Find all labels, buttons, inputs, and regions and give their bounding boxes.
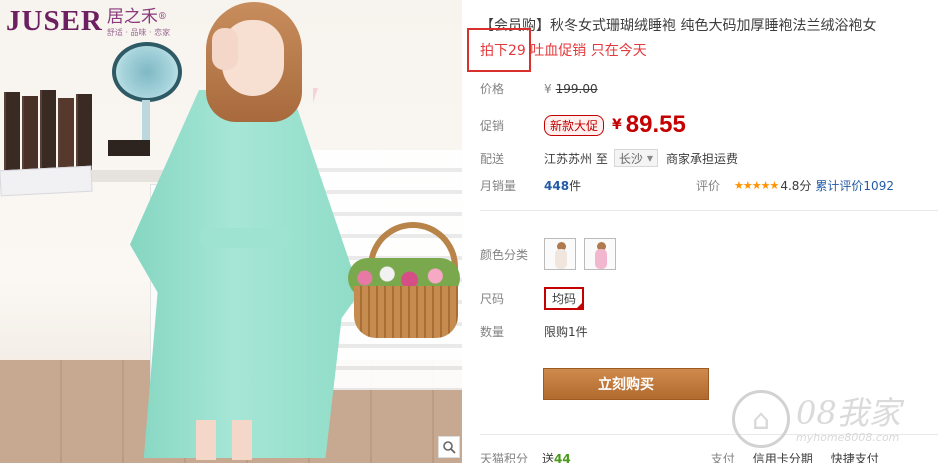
selected-check-icon <box>575 301 585 310</box>
zoom-icon[interactable] <box>438 436 460 458</box>
size-option[interactable]: 均码 <box>544 287 585 310</box>
points-info: 送44 <box>542 450 571 463</box>
divider <box>480 210 938 211</box>
watermark: ⌂ 08我家 myhome8008.com <box>732 382 932 456</box>
price-label: 价格 <box>480 82 505 96</box>
shipping-from: 江苏苏州 至 <box>544 151 608 166</box>
sales-row: 月销量 448 件 <box>480 177 581 194</box>
points-value: 44 <box>554 452 571 463</box>
promo-tag: 新款大促 <box>544 114 605 136</box>
registered-mark: ® <box>157 12 167 22</box>
color-row: 颜色分类 <box>480 238 624 270</box>
color-label: 颜色分类 <box>480 247 529 262</box>
sales-count: 448 <box>544 178 570 193</box>
product-main-image[interactable]: JUSER 居之禾® 舒适 · 品味 · 恋家 <box>0 0 462 463</box>
size-label: 尺码 <box>480 292 505 306</box>
model-leg <box>232 420 252 460</box>
quantity-row: 数量 限购1件 <box>480 323 588 340</box>
color-option-white[interactable] <box>544 238 576 270</box>
product-title: 【会员购】秋冬女式珊瑚绒睡袍 纯色大码加厚睡袍法兰绒浴袍女 <box>480 18 877 34</box>
city-value: 长沙 <box>618 151 643 166</box>
size-row: 尺码 均码 <box>480 287 585 310</box>
model-hand <box>212 28 238 70</box>
rating-score: 4.8分 <box>780 179 812 193</box>
rating-block: 评价 ★★★★★ 4.8分 累计评价1092 <box>696 177 894 194</box>
quantity-label: 数量 <box>480 325 505 339</box>
sales-unit: 件 <box>569 179 582 193</box>
price-currency: ¥ <box>544 81 552 96</box>
books <box>0 88 110 170</box>
price-row: 价格 ¥ 199.00 <box>480 80 598 97</box>
promo-price: 89.55 <box>625 111 686 138</box>
city-select[interactable]: 长沙 ▼ <box>613 149 658 167</box>
fan <box>112 42 182 102</box>
review-count-link[interactable]: 累计评价1092 <box>815 177 894 194</box>
brand-cn-name: 居之禾 <box>106 7 158 27</box>
book-box <box>108 140 150 156</box>
quantity-limit: 限购1件 <box>544 325 588 339</box>
promo-currency: ¥ <box>612 117 622 133</box>
size-value: 均码 <box>552 292 577 306</box>
robe <box>130 90 360 458</box>
shipping-label: 配送 <box>480 151 505 166</box>
rating-stars: ★★★★★ <box>734 179 779 192</box>
color-option-pink[interactable] <box>584 238 616 270</box>
watermark-url: myhome8008.com <box>796 430 900 444</box>
watermark-text: 08我家 <box>796 393 901 432</box>
points-prefix: 送 <box>542 452 555 463</box>
magazine <box>0 165 93 197</box>
brand-name: JUSER <box>6 5 103 37</box>
shipping-row: 配送 江苏苏州 至 长沙 ▼ 商家承担运费 <box>480 149 738 167</box>
house-icon: ⌂ <box>732 390 790 448</box>
shipping-note: 商家承担运费 <box>666 151 739 166</box>
flower-basket <box>348 222 460 340</box>
fan-stand <box>142 100 150 140</box>
model-leg <box>196 420 216 460</box>
promo-row: 促销 新款大促 ¥ 89.55 <box>480 111 686 139</box>
highlight-box <box>467 28 531 72</box>
sales-label: 月销量 <box>480 179 517 193</box>
promo-label: 促销 <box>480 118 505 133</box>
original-price: 199.00 <box>555 81 598 96</box>
buy-now-button[interactable]: 立刻购买 <box>543 368 709 400</box>
brand-tagline: 舒适 · 品味 · 恋家 <box>106 28 171 37</box>
chevron-down-icon: ▼ <box>646 153 653 163</box>
rating-label: 评价 <box>696 179 721 193</box>
robe-belt <box>200 228 290 248</box>
points-label: 天猫积分 <box>480 452 529 463</box>
brand-logo: JUSER 居之禾® 舒适 · 品味 · 恋家 <box>6 6 170 38</box>
